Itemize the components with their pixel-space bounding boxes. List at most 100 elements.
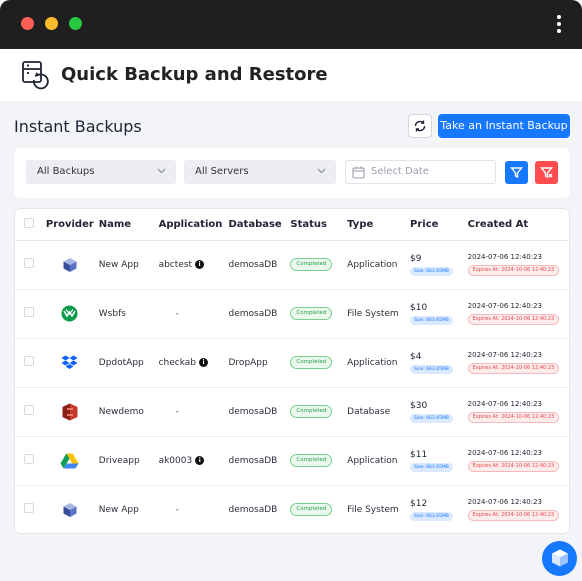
backup-select-value: All Backups (37, 166, 95, 177)
refresh-icon (414, 120, 426, 132)
column-header: Status (290, 209, 348, 241)
page-title: Quick Backup and Restore (61, 64, 328, 85)
column-header: Provider (40, 209, 99, 241)
row-checkbox[interactable] (24, 454, 34, 464)
maximize-window-button[interactable] (69, 17, 82, 30)
size-badge: Size: 663.65MB (410, 462, 453, 472)
cell-application: abctest (158, 259, 193, 270)
cell-created-at: 2024-07-06 12:40:23 (467, 351, 543, 359)
cell-database: demosaDB (228, 240, 291, 290)
cell-price: $4 (410, 351, 422, 362)
close-window-button[interactable] (21, 17, 34, 30)
date-placeholder: Select Date (371, 166, 429, 177)
cell-application: ak0003 (158, 455, 193, 466)
size-badge: Size: 663.65MB (410, 511, 453, 521)
cell-type: File System (347, 504, 399, 515)
app-header: Quick Backup and Restore (0, 49, 582, 101)
google-drive-icon (60, 453, 79, 468)
cell-database: DropApp (228, 338, 291, 388)
dropbox-icon (61, 355, 78, 369)
expires-badge: Expires At: 2024-10-06 12:40:23 (467, 412, 560, 423)
status-badge: Completed (290, 405, 333, 418)
cell-application: checkab (158, 357, 196, 368)
apply-filter-button[interactable] (505, 161, 528, 184)
cell-name: Newdemo (98, 387, 159, 437)
expires-badge: Expires At: 2024-10-06 12:40:23 (467, 314, 560, 325)
server-select-value: All Servers (195, 166, 249, 177)
select-all-checkbox[interactable] (24, 217, 34, 228)
table-header-row: Provider Name Application Database Statu… (15, 209, 569, 241)
cell-created-at: 2024-07-06 12:40:23 (467, 400, 543, 408)
cell-name: New App (98, 504, 139, 515)
backups-table: Provider Name Application Database Statu… (14, 208, 570, 534)
expires-badge: Expires At: 2024-10-06 12:40:23 (467, 265, 560, 276)
column-header: Type (347, 209, 410, 241)
cell-type: Application (347, 436, 410, 486)
cube-provider-icon (63, 502, 77, 517)
main-content: Instant Backups Take an Instant Backup A… (0, 101, 582, 581)
size-badge: Size: 663.65MB (410, 315, 453, 325)
expires-badge: Expires At: 2024-10-06 12:40:23 (467, 363, 560, 374)
cell-name: Wsbfs (98, 289, 159, 339)
table-row[interactable]: New App abctest i demosaDB Completed Appl… (15, 240, 569, 290)
chevron-down-icon (317, 168, 326, 174)
table-row[interactable]: New App - demosaDB Completed File System… (15, 485, 569, 533)
column-header: Created At (467, 209, 569, 241)
cell-database: demosaDB (228, 504, 278, 515)
cell-created-at: 2024-07-06 12:40:23 (467, 498, 543, 507)
cell-type: Application (347, 240, 410, 290)
row-checkbox[interactable] (24, 307, 34, 317)
status-badge: Completed (290, 356, 333, 369)
status-badge: Completed (290, 258, 333, 271)
cell-type: Application (347, 338, 410, 388)
wasabi-icon (61, 305, 78, 322)
aws-s3-icon (62, 403, 78, 420)
table-row[interactable]: DpdotApp checkab i DropApp Completed Appl… (15, 338, 569, 388)
status-badge: Completed (290, 503, 333, 517)
row-checkbox[interactable] (24, 258, 34, 268)
cell-database: demosaDB (228, 436, 291, 486)
backup-restore-icon (21, 60, 49, 90)
expires-badge: Expires At: 2024-10-06 12:40:23 (467, 510, 560, 522)
cell-name: DpdotApp (98, 338, 159, 388)
expires-badge: Expires At: 2024-10-06 12:40:23 (467, 461, 560, 472)
cell-created-at: 2024-07-06 12:40:23 (467, 253, 543, 261)
column-header: Price (410, 209, 468, 241)
column-header: Database (228, 209, 291, 241)
clear-filter-icon (540, 167, 553, 179)
cell-application: - (175, 504, 179, 515)
box-chat-icon (552, 549, 568, 567)
kebab-menu-icon[interactable] (551, 14, 567, 36)
cell-created-at: 2024-07-06 12:40:23 (467, 302, 543, 310)
filter-icon (510, 167, 523, 179)
refresh-button[interactable] (408, 114, 432, 138)
date-input[interactable]: Select Date (345, 160, 496, 184)
row-checkbox[interactable] (24, 503, 34, 514)
chevron-down-icon (157, 168, 166, 174)
row-checkbox[interactable] (24, 356, 34, 366)
cell-price: $30 (410, 400, 428, 411)
table-row[interactable]: Wsbfs - demosaDB Completed File System $… (15, 289, 569, 339)
cell-application: - (175, 406, 179, 417)
size-badge: Size: 663.65MB (410, 266, 453, 276)
minimize-window-button[interactable] (45, 17, 58, 30)
cell-price: $11 (410, 449, 428, 460)
calendar-icon (352, 166, 365, 179)
clear-filter-button[interactable] (535, 161, 558, 184)
support-chat-button[interactable] (542, 541, 577, 576)
status-badge: Completed (290, 454, 333, 467)
info-icon[interactable]: i (195, 455, 205, 465)
size-badge: Size: 663.65MB (410, 364, 453, 374)
table-row[interactable]: Newdemo - demosaDB Completed Database $3… (15, 387, 569, 437)
table-row[interactable]: Driveapp ak0003 i demosaDB Completed Appl… (15, 436, 569, 486)
server-select[interactable]: All Servers (184, 160, 336, 184)
status-badge: Completed (290, 307, 333, 320)
info-icon[interactable]: i (199, 357, 208, 367)
cell-name: New App (98, 240, 159, 290)
backup-select[interactable]: All Backups (26, 160, 176, 184)
cell-database: demosaDB (228, 289, 291, 339)
cell-type: Database (347, 387, 410, 437)
row-checkbox[interactable] (24, 405, 34, 415)
info-icon[interactable]: i (195, 259, 205, 269)
take-instant-backup-button[interactable]: Take an Instant Backup (438, 114, 570, 138)
